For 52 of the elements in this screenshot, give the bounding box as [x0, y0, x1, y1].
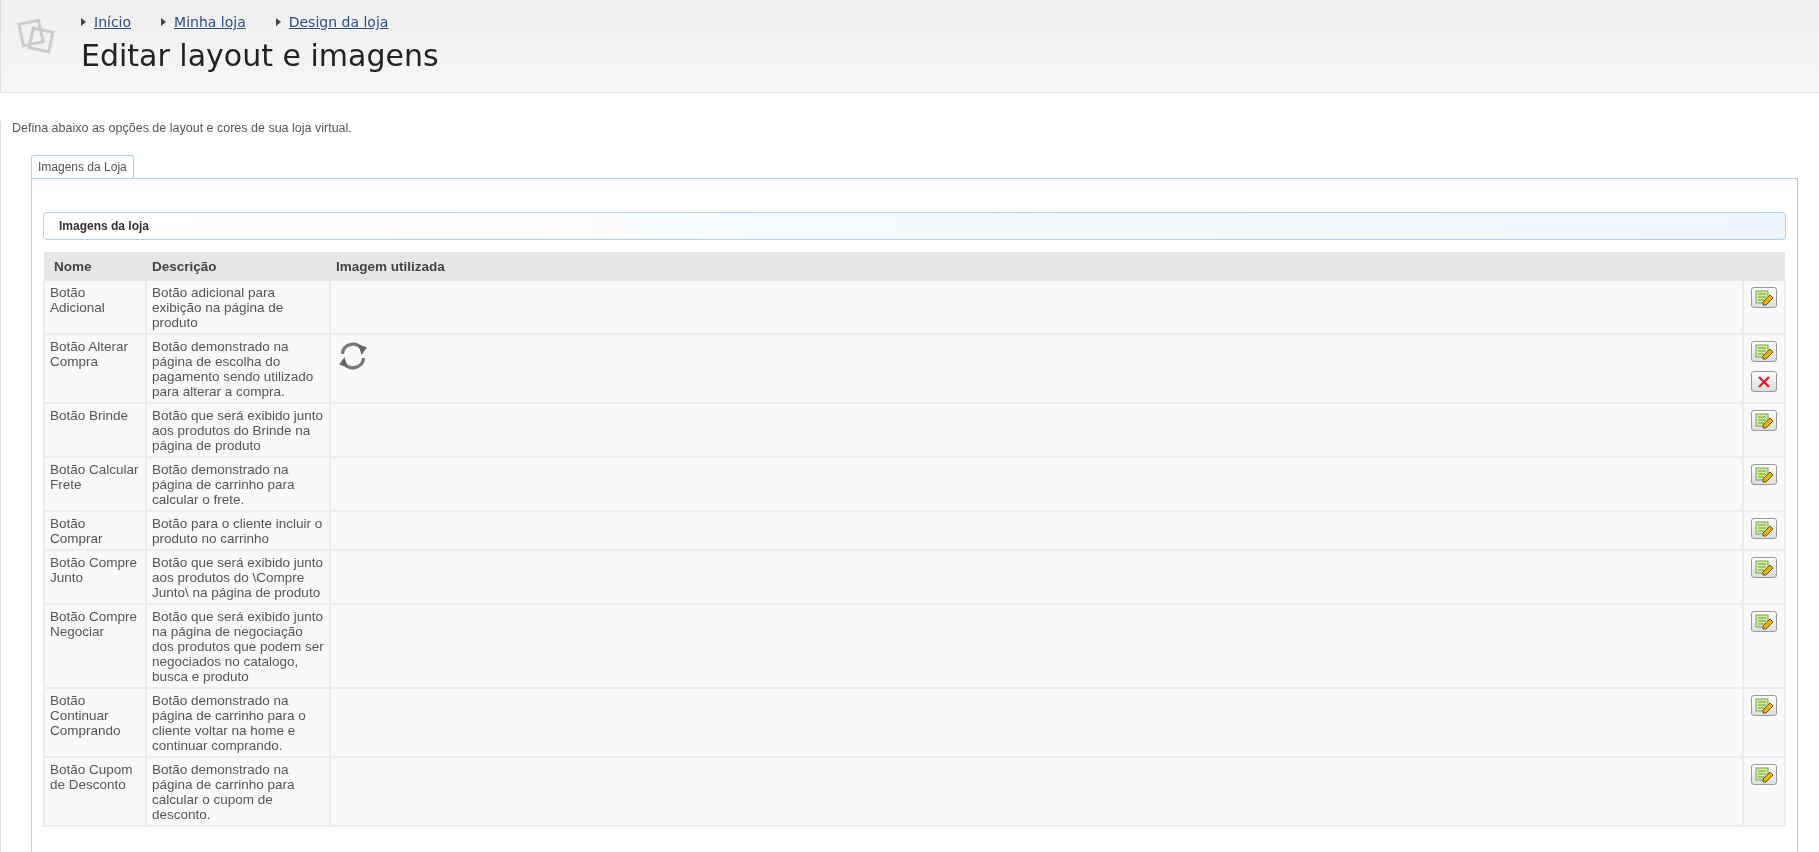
pencil-icon [1754, 412, 1774, 429]
edit-button[interactable] [1751, 518, 1777, 539]
intro-text: Defina abaixo as opções de layout e cores de sua loja virtual. [12, 121, 353, 135]
column-header: Nome [44, 252, 146, 281]
table-cell: Botão que será exibido junto aos produtos do Brinde na página de produto [146, 403, 330, 457]
pencil-icon [1754, 559, 1774, 576]
caret-icon [161, 18, 167, 26]
pencil-icon [1754, 343, 1774, 360]
table-cell: Botão demonstrado na página de carrinho para calcular o frete. [146, 457, 330, 511]
edit-button[interactable] [1751, 695, 1777, 716]
pencil-icon [1754, 520, 1774, 537]
caret-icon [275, 18, 281, 26]
breadcrumb-link[interactable]: Design da loja [288, 14, 389, 30]
table-cell: Botão Compre Junto [44, 550, 146, 604]
table-cell: Botão Calcular Frete [44, 457, 146, 511]
table-cell: Botão Compre Negociar [44, 604, 146, 688]
pencil-icon [1754, 289, 1774, 306]
delete-button[interactable] [1751, 371, 1777, 392]
edit-button[interactable] [1751, 557, 1777, 578]
table-cell: Botão Alterar Compra [44, 334, 146, 403]
pages-icon [17, 16, 57, 56]
edit-button[interactable] [1751, 287, 1777, 308]
column-header: Imagem utilizada [330, 252, 1743, 281]
edit-button[interactable] [1751, 410, 1777, 431]
pencil-icon [1754, 613, 1774, 630]
breadcrumb-link[interactable]: Minha loja [174, 14, 246, 30]
pencil-icon [1754, 697, 1774, 714]
close-icon [1756, 373, 1772, 390]
table-cell: Botão Adicional [44, 281, 146, 334]
table-cell: Botão Continuar Comprando [44, 688, 146, 757]
table-cell: Botão para o cliente incluir o produto no carrinho [146, 511, 330, 550]
table-cell: Botão que será exibido junto na página de negociação dos produtos que podem ser negociados no catalogo, busca e produto [146, 604, 330, 688]
table-cell: Botão Cupom de Desconto [44, 757, 146, 826]
section-header: Imagens da loja [43, 212, 1786, 240]
table-cell: Botão demonstrado na página de carrinho para calcular o cupom de desconto. [146, 757, 330, 826]
pencil-icon [1754, 766, 1774, 783]
tab[interactable]: Imagens da Loja [31, 155, 134, 178]
table-cell: Botão Brinde [44, 403, 146, 457]
breadcrumb-link[interactable]: Início [94, 14, 132, 30]
edit-button[interactable] [1751, 764, 1777, 785]
table-cell: Botão Comprar [44, 511, 146, 550]
table-cell: Botão que será exibido junto aos produtos do \Compre Junto\ na página de produto [146, 550, 330, 604]
column-header: Descrição [146, 252, 330, 281]
edit-button[interactable] [1751, 341, 1777, 362]
pencil-icon [1754, 466, 1774, 483]
table-cell: Botão demonstrado na página de carrinho para o cliente voltar na home e continuar comprando. [146, 688, 330, 757]
edit-button[interactable] [1751, 464, 1777, 485]
table-cell: Botão demonstrado na página de escolha do pagamento sendo utilizado para alterar a compra. [146, 334, 330, 403]
caret-icon [81, 18, 86, 26]
edit-button[interactable] [1751, 611, 1777, 632]
table-cell: Botão adicional para exibição na página de produto [146, 281, 330, 334]
page-title: Editar layout e imagens [81, 38, 439, 73]
